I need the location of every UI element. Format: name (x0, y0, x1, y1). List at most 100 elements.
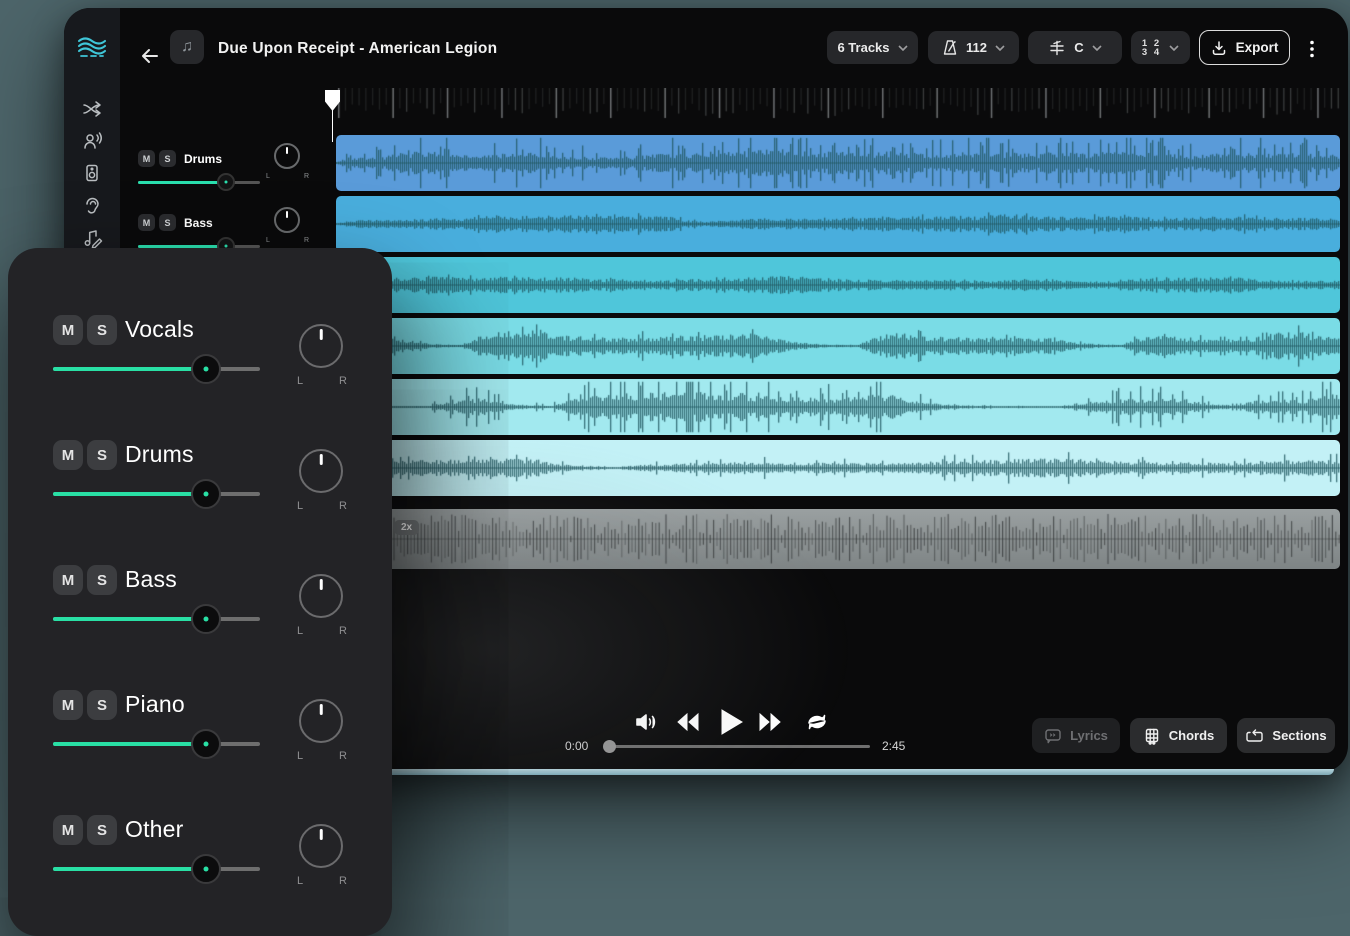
mute-button[interactable]: M (138, 214, 155, 231)
progress-handle[interactable] (603, 740, 616, 753)
solo-button[interactable]: S (87, 565, 117, 595)
pitch-icon (1048, 39, 1066, 57)
volume-knob[interactable] (191, 729, 221, 759)
ear-icon[interactable] (81, 195, 103, 217)
pan-left-label: L (297, 500, 303, 512)
waveform (336, 318, 1340, 374)
moises-logo-icon (77, 33, 107, 68)
pan-knob[interactable] (274, 207, 300, 233)
chords-icon (1143, 727, 1161, 745)
song-title: Due Upon Receipt - American Legion (218, 40, 497, 58)
pan-knob[interactable] (299, 449, 343, 493)
mixer-row: M S Bass L R (53, 553, 363, 678)
pan-right-label: R (304, 173, 309, 180)
solo-button[interactable]: S (159, 214, 176, 231)
volume-slider[interactable] (53, 492, 260, 496)
chevron-down-icon (1169, 45, 1179, 51)
volume-knob[interactable] (191, 604, 221, 634)
pan-knob[interactable] (299, 699, 343, 743)
progress-bar[interactable] (604, 745, 870, 748)
pan-left-label: L (266, 173, 270, 180)
speed-badge: 2x (394, 520, 419, 535)
speaker-icon[interactable] (81, 162, 103, 184)
key-dropdown[interactable]: C (1028, 31, 1122, 64)
mute-button[interactable]: M (53, 690, 83, 720)
waveform-lane[interactable] (336, 196, 1340, 252)
volume-slider[interactable] (53, 617, 260, 621)
lyrics-button[interactable]: Lyrics (1032, 718, 1120, 753)
tracks-dropdown[interactable]: 6 Tracks (827, 31, 918, 64)
solo-button[interactable]: S (87, 315, 117, 345)
pan-right-label: R (304, 237, 309, 244)
mute-button[interactable]: M (53, 315, 83, 345)
total-time: 2:45 (882, 739, 905, 753)
export-label: Export (1236, 40, 1279, 55)
mixer-row: M S Drums L R (53, 428, 363, 553)
waveform-lane[interactable] (336, 135, 1340, 191)
playhead-marker[interactable] (325, 90, 340, 142)
bpm-value: 112 (966, 40, 987, 55)
waveform-lane[interactable] (336, 318, 1340, 374)
rewind-button[interactable] (676, 712, 700, 737)
fast-forward-button[interactable] (758, 712, 782, 737)
mute-button[interactable]: M (53, 815, 83, 845)
bpm-dropdown[interactable]: 112 (928, 31, 1019, 64)
pan-right-label: R (339, 875, 347, 887)
chords-label: Chords (1169, 728, 1215, 743)
mixer-row: M S Piano L R (53, 678, 363, 803)
chords-button[interactable]: Chords (1130, 718, 1227, 753)
download-icon (1211, 40, 1227, 56)
songwriting-icon[interactable] (81, 227, 103, 249)
stems-mixer-popup: M S Vocals L R M S Drums (8, 248, 392, 936)
volume-slider[interactable] (53, 867, 260, 871)
volume-knob[interactable] (191, 479, 221, 509)
sections-icon (1245, 727, 1264, 745)
separate-icon[interactable] (81, 98, 103, 120)
pan-right-label: R (339, 375, 347, 387)
chevron-down-icon (1092, 45, 1102, 51)
timeline-ruler[interactable] (336, 88, 1340, 130)
waveform-lane[interactable] (336, 379, 1340, 435)
volume-slider[interactable] (53, 742, 260, 746)
waveform (336, 135, 1340, 191)
lyrics-icon (1044, 727, 1062, 745)
mute-button[interactable]: M (53, 440, 83, 470)
voice-icon[interactable] (81, 130, 103, 152)
pan-left-label: L (266, 237, 270, 244)
waveform-lanes (336, 135, 1340, 501)
loop-button[interactable] (805, 711, 829, 738)
sections-button[interactable]: Sections (1237, 718, 1335, 753)
play-button[interactable] (718, 708, 744, 741)
solo-button[interactable]: S (159, 150, 176, 167)
volume-slider[interactable] (138, 181, 260, 184)
volume-button[interactable] (634, 711, 658, 738)
pan-knob[interactable] (299, 574, 343, 618)
time-signature-dropdown[interactable]: 1 23 4 (1131, 31, 1190, 64)
solo-button[interactable]: S (87, 440, 117, 470)
chevron-down-icon (898, 45, 908, 51)
export-button[interactable]: Export (1199, 30, 1290, 65)
metronome-icon (942, 39, 958, 56)
waveform-lane[interactable] (336, 257, 1340, 313)
volume-knob[interactable] (191, 354, 221, 384)
more-options-button[interactable] (1304, 40, 1320, 58)
mixer-row: M S Vocals L R (53, 303, 363, 428)
click-track-lane[interactable]: 2x (336, 509, 1340, 569)
pan-right-label: R (339, 500, 347, 512)
tracks-dropdown-label: 6 Tracks (837, 40, 889, 55)
volume-knob[interactable] (217, 173, 235, 191)
song-artwork-icon: ♫ (170, 30, 204, 64)
waveform-lane[interactable] (336, 440, 1340, 496)
pan-knob[interactable] (274, 143, 300, 169)
pan-knob[interactable] (299, 824, 343, 868)
volume-slider[interactable] (53, 367, 260, 371)
waveform (336, 257, 1340, 313)
volume-knob[interactable] (191, 854, 221, 884)
mute-button[interactable]: M (138, 150, 155, 167)
solo-button[interactable]: S (87, 690, 117, 720)
waveform (336, 196, 1340, 252)
pan-knob[interactable] (299, 324, 343, 368)
solo-button[interactable]: S (87, 815, 117, 845)
mute-button[interactable]: M (53, 565, 83, 595)
back-button[interactable] (138, 44, 162, 68)
